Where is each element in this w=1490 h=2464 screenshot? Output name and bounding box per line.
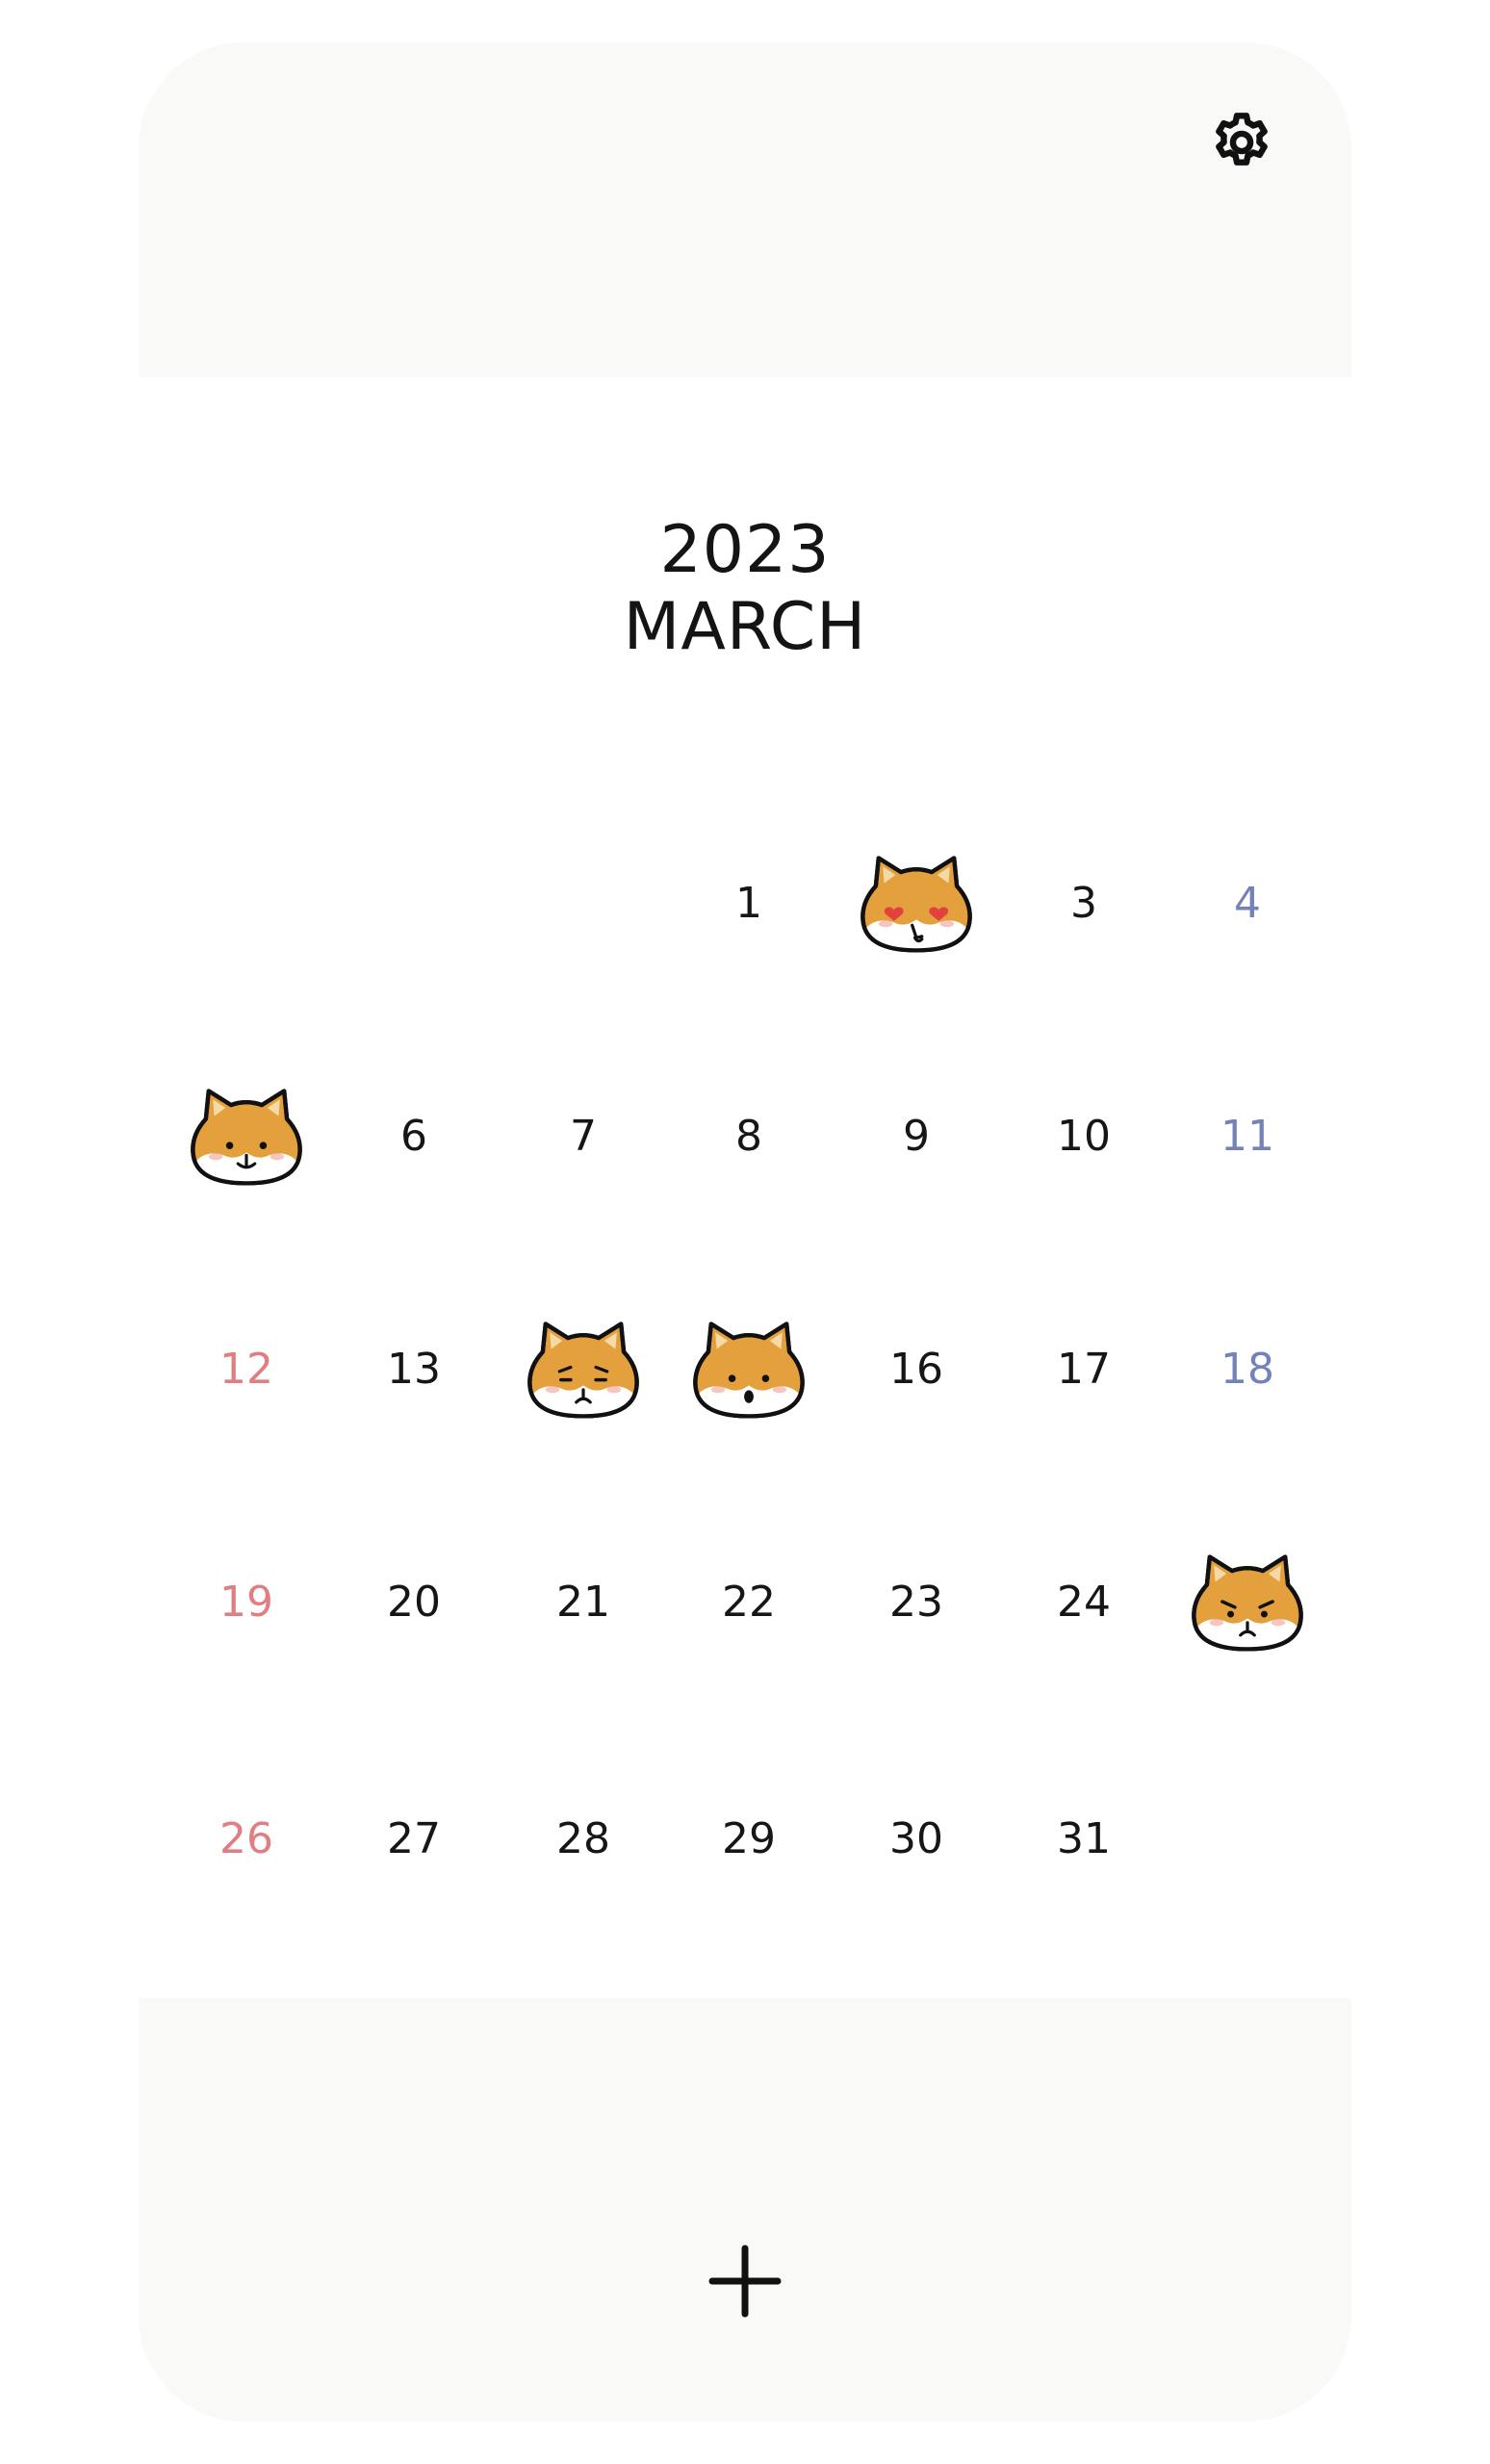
day-cell-10[interactable]: 10 [1001,1053,1167,1219]
day-cell-30[interactable]: 30 [834,1756,999,1921]
day-number: 20 [387,1577,441,1627]
day-cell-23[interactable]: 23 [834,1519,999,1684]
day-cell-14[interactable] [501,1286,666,1451]
day-cell-28[interactable]: 28 [501,1756,666,1921]
day-number: 1 [735,878,762,928]
day-number: 28 [556,1813,610,1863]
day-cell-31[interactable]: 31 [1001,1756,1167,1921]
day-number: 23 [889,1577,943,1627]
day-cell-16[interactable]: 16 [834,1286,999,1451]
day-number: 9 [903,1111,930,1161]
day-number: 16 [889,1344,943,1394]
day-cell-12[interactable]: 12 [164,1286,329,1451]
day-cell-26[interactable]: 26 [164,1756,329,1921]
day-number: 12 [219,1344,273,1394]
day-number: 26 [219,1813,273,1863]
day-cell-25[interactable] [1165,1519,1330,1684]
day-number: 18 [1220,1344,1274,1394]
day-number: 7 [570,1111,597,1161]
day-cell-5[interactable] [164,1053,329,1219]
day-cell-20[interactable]: 20 [331,1519,497,1684]
day-number: 31 [1057,1813,1111,1863]
day-cell-17[interactable]: 17 [1001,1286,1167,1451]
day-number: 29 [722,1813,776,1863]
day-number: 21 [556,1577,610,1627]
day-cell-8[interactable]: 8 [666,1053,832,1219]
day-cell-15[interactable] [666,1286,832,1451]
dog-angry-icon [1189,1548,1306,1656]
day-cell-27[interactable]: 27 [331,1756,497,1921]
day-cell-4[interactable]: 4 [1165,820,1330,986]
day-number: 4 [1234,878,1261,928]
day-number: 30 [889,1813,943,1863]
day-cell-24[interactable]: 24 [1001,1519,1167,1684]
dog-sad-icon [525,1315,642,1423]
day-number: 19 [219,1577,273,1627]
calendar-grid: 1 3 4 6 7 8 9 10 11 12 13 16 17 18 19 20 21 22 23 24 26 27 28 2… [0,0,1490,2464]
day-number: 8 [735,1111,762,1161]
day-cell-7[interactable]: 7 [501,1053,666,1219]
day-cell-19[interactable]: 19 [164,1519,329,1684]
day-cell-3[interactable]: 3 [1001,820,1167,986]
day-number: 22 [722,1577,776,1627]
day-number: 17 [1057,1344,1111,1394]
day-cell-9[interactable]: 9 [834,1053,999,1219]
day-cell-22[interactable]: 22 [666,1519,832,1684]
day-cell-29[interactable]: 29 [666,1756,832,1921]
dog-smile-icon [188,1082,305,1190]
day-cell-11[interactable]: 11 [1165,1053,1330,1219]
day-number: 6 [400,1111,427,1161]
day-cell-2[interactable] [834,820,999,986]
day-number: 27 [387,1813,441,1863]
day-cell-21[interactable]: 21 [501,1519,666,1684]
day-number: 10 [1057,1111,1111,1161]
day-number: 13 [387,1344,441,1394]
day-cell-18[interactable]: 18 [1165,1286,1330,1451]
day-number: 11 [1220,1111,1274,1161]
day-number: 3 [1070,878,1097,928]
dog-love-eyes-icon [858,849,975,957]
day-cell-6[interactable]: 6 [331,1053,497,1219]
dog-surprised-icon [690,1315,808,1423]
day-cell-13[interactable]: 13 [331,1286,497,1451]
day-number: 24 [1057,1577,1111,1627]
day-cell-1[interactable]: 1 [666,820,832,986]
